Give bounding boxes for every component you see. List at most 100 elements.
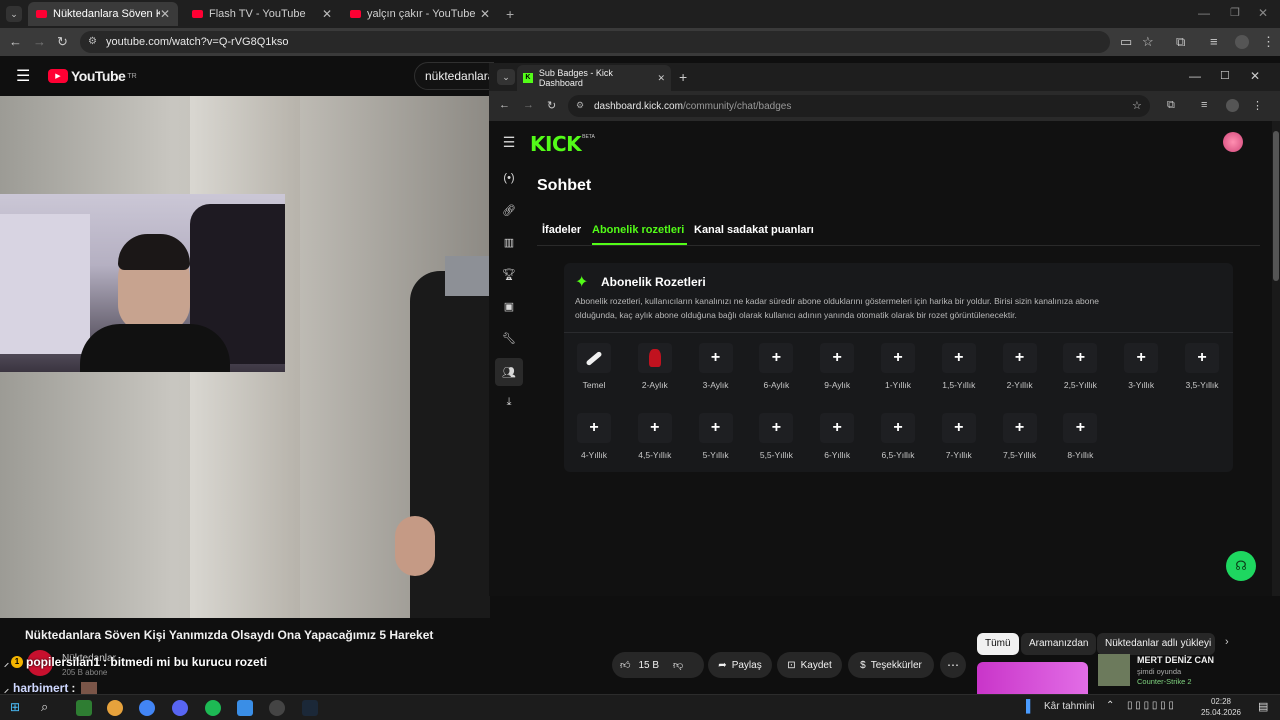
- like-count[interactable]: 15 B: [638, 660, 659, 671]
- new-tab-icon[interactable]: +: [679, 69, 687, 85]
- outer-tab-flash[interactable]: Flash TV - YouTube ✕: [184, 2, 340, 26]
- live-broadcast-icon[interactable]: (•): [498, 167, 520, 189]
- add-badge-button[interactable]: +: [820, 343, 855, 373]
- badge-slot[interactable]: +4,5-Yıllık: [627, 413, 683, 469]
- badge-slot[interactable]: +6-Yıllık: [809, 413, 865, 469]
- close-window-icon[interactable]: ✕: [1258, 6, 1268, 20]
- community-icon[interactable]: 👥︎: [495, 358, 523, 386]
- minimize-icon[interactable]: —: [1189, 69, 1201, 83]
- profile-avatar[interactable]: [1235, 35, 1249, 49]
- recommendation-thumbnail[interactable]: [977, 662, 1088, 694]
- spotify-icon[interactable]: [205, 700, 221, 716]
- add-badge-button[interactable]: +: [637, 413, 672, 443]
- notification-icon[interactable]: ▤: [1258, 700, 1268, 713]
- close-tab-icon[interactable]: ✕: [160, 7, 170, 21]
- two-month-badge-image[interactable]: [637, 343, 672, 373]
- badge-slot[interactable]: +1-Yıllık: [870, 343, 926, 399]
- search-icon[interactable]: ⌕: [41, 699, 48, 715]
- base-badge-image[interactable]: [577, 343, 611, 373]
- support-headset-icon[interactable]: ☊: [1226, 551, 1256, 581]
- new-tab-icon[interactable]: +: [506, 6, 514, 22]
- hamburger-menu-icon[interactable]: ☰: [498, 131, 520, 153]
- add-badge-button[interactable]: +: [698, 343, 733, 373]
- site-info-icon[interactable]: ⚙: [88, 36, 97, 47]
- back-icon[interactable]: ←: [499, 99, 510, 111]
- add-badge-button[interactable]: +: [1002, 413, 1037, 443]
- badge-slot[interactable]: +3,5-Yıllık: [1174, 343, 1230, 399]
- kick-scrollbar[interactable]: [1272, 121, 1280, 596]
- add-badge-button[interactable]: +: [1185, 343, 1219, 373]
- video-library-icon[interactable]: ▣: [498, 295, 520, 317]
- maximize-icon[interactable]: ☐: [1220, 69, 1230, 82]
- profile-avatar[interactable]: [1226, 99, 1239, 112]
- analytics-icon[interactable]: ▥: [498, 231, 520, 253]
- badge-slot[interactable]: +4-Yıllık: [566, 413, 622, 469]
- add-badge-button[interactable]: +: [881, 413, 915, 443]
- outer-tab-yalcin[interactable]: yalçın çakır - YouTube ✕: [342, 2, 498, 26]
- extensions-icon[interactable]: ⧉: [1167, 99, 1175, 112]
- bookmark-star-icon[interactable]: ☆: [1142, 34, 1154, 50]
- badge-slot[interactable]: +5,5-Yıllık: [748, 413, 804, 469]
- discord-icon[interactable]: [172, 700, 188, 716]
- add-badge-button[interactable]: +: [820, 413, 855, 443]
- thanks-button[interactable]: $ Teşekkürler: [848, 652, 934, 678]
- hamburger-menu-icon[interactable]: ☰: [16, 66, 30, 86]
- badge-slot[interactable]: +3-Yıllık: [1113, 343, 1169, 399]
- cast-icon[interactable]: ▭: [1120, 34, 1132, 50]
- tray-chevron-icon[interactable]: ⌃: [1106, 700, 1114, 711]
- scrollbar-thumb[interactable]: [1273, 131, 1279, 281]
- media-icon[interactable]: ≡: [1210, 34, 1218, 49]
- badge-slot[interactable]: +1,5-Yıllık: [931, 343, 987, 399]
- app-network-icon[interactable]: [237, 700, 253, 716]
- add-badge-button[interactable]: +: [881, 343, 915, 373]
- media-icon[interactable]: ≡: [1201, 99, 1207, 111]
- reload-icon[interactable]: ↻: [547, 99, 556, 112]
- user-avatar[interactable]: [1223, 132, 1243, 152]
- back-icon[interactable]: ←: [9, 34, 22, 49]
- add-badge-button[interactable]: +: [941, 413, 976, 443]
- badge-slot[interactable]: +8-Yıllık: [1052, 413, 1108, 469]
- close-window-icon[interactable]: ✕: [1250, 69, 1260, 83]
- kick-tab[interactable]: K Sub Badges - Kick Dashboard ✕: [517, 65, 671, 91]
- reload-icon[interactable]: ↻: [57, 34, 68, 50]
- tab-subscription-badges[interactable]: Abonelik rozetleri: [592, 224, 684, 236]
- close-tab-icon[interactable]: ✕: [657, 73, 665, 84]
- tab-loyalty-points[interactable]: Kanal sadakat puanları: [694, 224, 814, 236]
- download-icon[interactable]: ⤓: [498, 391, 520, 413]
- tab-search-icon[interactable]: ⌄: [497, 69, 515, 85]
- badge-slot[interactable]: +7-Yıllık: [931, 413, 987, 469]
- chrome-icon[interactable]: [139, 700, 155, 716]
- search-input[interactable]: nüktedanlara: [414, 62, 494, 90]
- like-icon[interactable]: 👍︎: [620, 659, 630, 671]
- badge-slot[interactable]: +6-Aylık: [748, 343, 804, 399]
- wrench-icon[interactable]: 🔧︎: [498, 327, 520, 349]
- bookmark-star-icon[interactable]: ☆: [1132, 99, 1142, 112]
- add-badge-button[interactable]: +: [698, 413, 733, 443]
- badge-slot[interactable]: +9-Aylık: [809, 343, 865, 399]
- add-badge-button[interactable]: +: [1063, 413, 1098, 443]
- tray-icons[interactable]: ▯ ▯ ▯ ▯ ▯ ▯: [1127, 700, 1174, 711]
- obs-icon[interactable]: [269, 700, 285, 716]
- add-badge-button[interactable]: +: [759, 343, 794, 373]
- badge-slot[interactable]: Temel: [566, 343, 622, 399]
- chip-uploader[interactable]: Nüktedanlar adlı yükleyi: [1097, 633, 1215, 655]
- kick-logo[interactable]: KICK BETA: [530, 132, 595, 156]
- dislike-icon[interactable]: 👎︎: [673, 659, 683, 671]
- add-badge-button[interactable]: +: [941, 343, 976, 373]
- chip-from-search[interactable]: Aramanızdan: [1021, 633, 1097, 655]
- save-button[interactable]: ⊡ Kaydet: [777, 652, 842, 678]
- trophy-icon[interactable]: 🏆︎: [498, 263, 520, 285]
- add-badge-button[interactable]: +: [759, 413, 794, 443]
- badge-slot[interactable]: +6,5-Yıllık: [870, 413, 926, 469]
- game-thumbnail[interactable]: [1098, 654, 1130, 686]
- badge-slot[interactable]: +2-Yıllık: [992, 343, 1048, 399]
- share-button[interactable]: ➦ Paylaş: [708, 652, 772, 678]
- tab-emotes[interactable]: İfadeler: [542, 224, 581, 236]
- badge-slot[interactable]: +7,5-Yıllık: [992, 413, 1048, 469]
- add-badge-button[interactable]: +: [1002, 343, 1037, 373]
- clock-time[interactable]: 02:28: [1196, 697, 1246, 706]
- add-badge-button[interactable]: +: [577, 413, 611, 443]
- outer-url-field[interactable]: ⚙ youtube.com/watch?v=Q-rVG8Q1kso: [80, 31, 1110, 53]
- app-shield-icon[interactable]: [107, 700, 123, 716]
- windows-start-icon[interactable]: ⊞: [10, 700, 20, 714]
